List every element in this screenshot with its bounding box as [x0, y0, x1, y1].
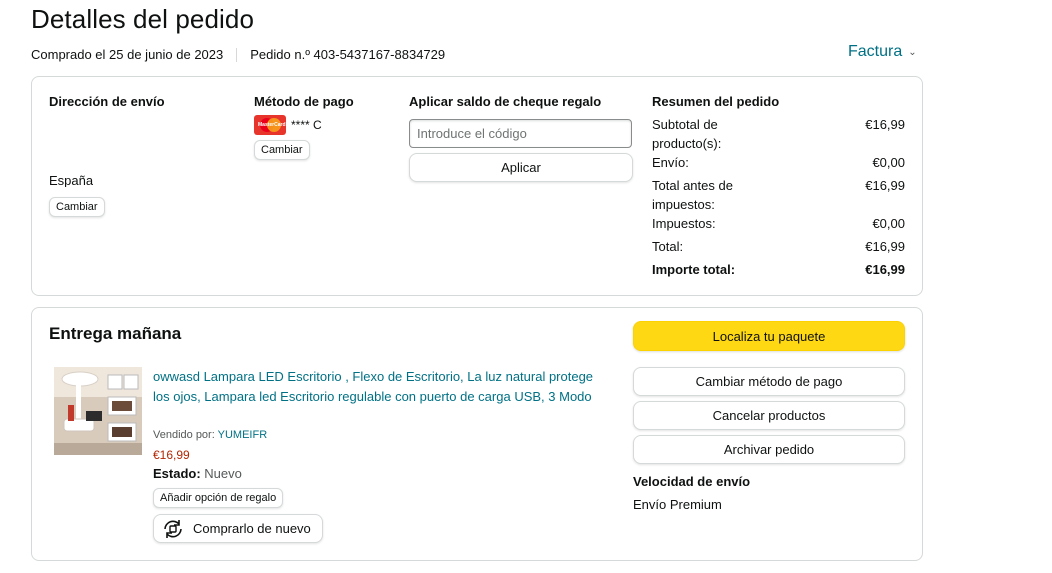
change-payment-button[interactable]: Cambiar — [254, 140, 310, 160]
state-value: Nuevo — [204, 466, 242, 481]
invoice-label: Factura — [848, 43, 903, 60]
apply-gift-button[interactable]: Aplicar — [409, 153, 633, 182]
change-address-button[interactable]: Cambiar — [49, 197, 105, 217]
order-info-panel: Dirección de envío España Cambiar Método… — [31, 76, 923, 296]
buy-again-label: Comprarlo de nuevo — [193, 521, 311, 536]
summary-value: €0,00 — [872, 155, 905, 170]
summary-label: Total: — [652, 239, 684, 254]
delivery-title: Entrega mañana — [49, 324, 182, 343]
add-gift-option-button[interactable]: Añadir opción de regalo — [153, 488, 284, 508]
summary-row: Total: €16,99 — [652, 237, 905, 256]
card-number: **** C — [291, 118, 322, 132]
shipping-speed-heading: Velocidad de envío — [633, 474, 751, 489]
state-label: Estado: — [153, 466, 201, 481]
summary-value: €16,99 — [865, 239, 905, 254]
buy-again-icon — [164, 519, 182, 538]
sold-by-label: Vendido por: — [153, 429, 215, 441]
track-package-button[interactable]: Localiza tu paquete — [633, 321, 905, 351]
summary-value: €0,00 — [872, 216, 905, 231]
summary-row: Subtotal de producto(s): €16,99 — [652, 115, 905, 153]
product-image[interactable] — [54, 367, 142, 455]
mastercard-icon: MasterCard — [254, 115, 286, 135]
order-meta: Comprado el 25 de junio de 2023 Pedido n… — [31, 47, 445, 62]
summary-row: Envío: €0,00 — [652, 153, 905, 172]
order-summary: Subtotal de producto(s): €16,99 Envío: €… — [652, 115, 905, 279]
summary-label: Subtotal de producto(s): — [652, 117, 722, 151]
sold-by: Vendido por: YUMEIFR — [153, 429, 267, 441]
summary-total-value: €16,99 — [865, 262, 905, 277]
summary-row: Impuestos: €0,00 — [652, 214, 905, 233]
summary-total-label: Importe total: — [652, 262, 736, 277]
chevron-down-icon: ⌄ — [908, 46, 917, 58]
summary-label: Total antes de impuestos: — [652, 178, 733, 212]
change-payment-method-button[interactable]: Cambiar método de pago — [633, 367, 905, 396]
shipping-heading: Dirección de envío — [49, 94, 165, 109]
gift-heading: Aplicar saldo de cheque regalo — [409, 94, 602, 109]
summary-value: €16,99 — [865, 178, 905, 193]
summary-value: €16,99 — [865, 117, 905, 132]
purchase-date: Comprado el 25 de junio de 2023 — [31, 47, 224, 62]
cancel-items-button[interactable]: Cancelar productos — [633, 401, 905, 430]
product-state: Estado: Nuevo — [153, 466, 242, 481]
meta-divider — [236, 47, 238, 62]
shipping-speed-value: Envío Premium — [633, 497, 722, 512]
product-price: €16,99 — [153, 448, 190, 462]
invoice-dropdown[interactable]: Factura ⌄ — [848, 43, 917, 61]
gift-code-input[interactable] — [409, 119, 632, 148]
delivery-panel: Entrega mañana owwasd Lampara LED Escrit… — [31, 307, 923, 561]
summary-label: Envío: — [652, 155, 689, 170]
lamp-image-icon — [54, 367, 142, 455]
summary-total-row: Importe total: €16,99 — [652, 260, 905, 279]
order-number: Pedido n.º 403-5437167-8834729 — [250, 47, 446, 62]
summary-heading: Resumen del pedido — [652, 94, 780, 109]
seller-link[interactable]: YUMEIFR — [218, 429, 268, 441]
summary-row: Total antes de impuestos: €16,99 — [652, 176, 905, 214]
buy-again-button[interactable]: Comprarlo de nuevo — [153, 514, 323, 543]
summary-label: Impuestos: — [652, 216, 716, 231]
shipping-country: España — [49, 175, 94, 187]
archive-order-button[interactable]: Archivar pedido — [633, 435, 905, 464]
payment-heading: Método de pago — [254, 94, 354, 109]
product-title-link[interactable]: owwasd Lampara LED Escritorio , Flexo de… — [153, 367, 603, 406]
page-title: Detalles del pedido — [31, 4, 255, 34]
payment-card: MasterCard **** C — [254, 115, 322, 135]
